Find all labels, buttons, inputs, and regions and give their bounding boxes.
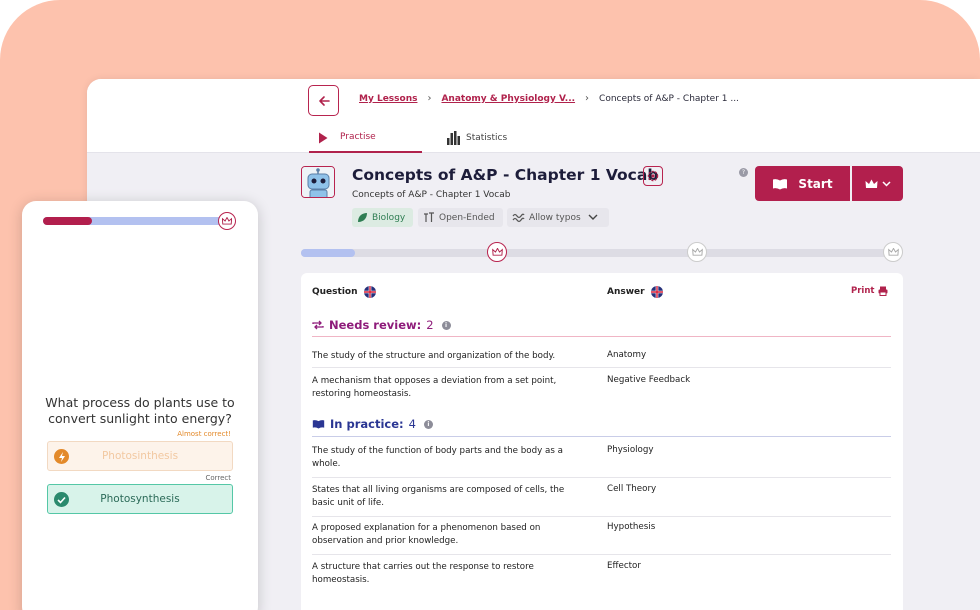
answer-cell: Cell Theory (607, 484, 657, 494)
back-button[interactable] (308, 85, 339, 116)
uk-flag-icon (650, 286, 663, 298)
chevron-right-icon: › (427, 93, 432, 104)
milestone-crown-icon (487, 242, 507, 262)
table-row: A proposed explanation for a phenomenon … (312, 522, 891, 555)
book-icon (773, 178, 788, 189)
tab-practise[interactable]: Practise (309, 123, 422, 153)
table-row: The study of the structure and organizat… (312, 350, 891, 368)
answer-cell: Physiology (607, 445, 654, 455)
allow-typos-dropdown[interactable]: Allow typos (507, 208, 609, 227)
squiggle-icon (512, 213, 525, 223)
almost-answer-text: Photosinthesis (101, 450, 179, 462)
crown-icon (865, 179, 877, 188)
almost-correct-label: Almost correct! (177, 430, 231, 438)
info-icon[interactable]: i (423, 419, 433, 429)
breadcrumb-course[interactable]: Anatomy & Physiology V... (441, 94, 575, 104)
check-icon (54, 492, 69, 507)
answer-cell: Anatomy (607, 350, 647, 360)
table-row: A structure that carries out the respons… (312, 561, 891, 594)
answer-cell: Negative Feedback (607, 375, 691, 385)
book-icon (312, 420, 325, 429)
correct-label: Correct (205, 474, 231, 482)
bar-chart-icon (447, 131, 460, 145)
breadcrumb: My Lessons › Anatomy & Physiology V... ›… (359, 93, 739, 104)
top-bar: My Lessons › Anatomy & Physiology V... ›… (87, 79, 980, 153)
mobile-progress-bar (43, 217, 225, 225)
play-icon (319, 132, 328, 144)
correct-answer-text: Photosynthesis (100, 493, 180, 505)
start-button-label: Start (798, 176, 833, 191)
tab-statistics-label: Statistics (466, 133, 508, 143)
lesson-subtitle: Concepts of A&P - Chapter 1 Vocab (352, 190, 511, 200)
tag-biology-label: Biology (372, 212, 406, 223)
arrow-left-icon (318, 95, 330, 106)
vocab-table-card: Question Answer Print Needs review: 2 i … (301, 273, 903, 610)
needs-review-title: Needs review: (329, 318, 422, 332)
mobile-question: What process do plants use to convert su… (45, 395, 235, 426)
breadcrumb-my-lessons[interactable]: My Lessons (359, 94, 417, 104)
chevron-right-icon: › (585, 93, 590, 104)
section-divider (312, 336, 891, 337)
crown-icon (218, 212, 236, 230)
print-button[interactable]: Print (851, 286, 888, 296)
lightning-icon (54, 449, 69, 464)
leaf-icon (358, 213, 367, 222)
section-divider (312, 436, 891, 437)
chevron-down-icon (588, 214, 598, 220)
mobile-preview: What process do plants use to convert su… (22, 201, 258, 610)
answer-column-header: Answer (607, 286, 663, 298)
lesson-progress-fill (301, 249, 355, 257)
milestone-crown-icon (883, 242, 903, 262)
tab-practise-label: Practise (340, 132, 376, 142)
in-practice-count: 4 (408, 417, 416, 431)
help-icon[interactable]: ? (739, 168, 748, 177)
tag-open-ended-label: Open-Ended (439, 212, 495, 223)
table-row: The study of the function of body parts … (312, 445, 891, 478)
almost-correct-answer: Photosinthesis (47, 441, 233, 471)
needs-review-heading: Needs review: 2 i (312, 318, 451, 332)
question-cell: A proposed explanation for a phenomenon … (312, 523, 541, 546)
correct-answer: Photosynthesis (47, 484, 233, 514)
text-size-icon (424, 212, 434, 222)
uk-flag-icon (363, 286, 376, 298)
gear-icon (647, 170, 659, 182)
info-icon[interactable]: i (441, 320, 451, 330)
in-practice-heading: In practice: 4 i (312, 417, 433, 431)
tag-open-ended[interactable]: Open-Ended (418, 208, 503, 227)
answer-cell: Hypothesis (607, 522, 656, 532)
printer-icon (878, 286, 888, 296)
start-button[interactable]: Start (755, 166, 850, 201)
needs-review-count: 2 (426, 318, 434, 332)
settings-button[interactable] (643, 166, 663, 186)
question-cell: A mechanism that opposes a deviation fro… (312, 376, 557, 399)
print-label: Print (851, 286, 875, 296)
repeat-icon (312, 320, 324, 330)
mobile-progress-fill (43, 217, 93, 225)
breadcrumb-current: Concepts of A&P - Chapter 1 ... (599, 93, 739, 104)
tag-biology[interactable]: Biology (352, 208, 413, 227)
premium-options-button[interactable] (852, 166, 903, 201)
question-cell: The study of the function of body parts … (312, 446, 563, 469)
answer-cell: Effector (607, 561, 641, 571)
lesson-progress-bar (301, 249, 901, 257)
robot-avatar-icon (301, 166, 335, 198)
table-row: A mechanism that opposes a deviation fro… (312, 375, 891, 405)
tab-statistics[interactable]: Statistics (447, 123, 507, 153)
lesson-title: Concepts of A&P - Chapter 1 Vocab (352, 166, 659, 184)
question-cell: States that all living organisms are com… (312, 485, 565, 508)
milestone-crown-icon (687, 242, 707, 262)
allow-typos-label: Allow typos (529, 212, 581, 223)
answer-header-label: Answer (607, 287, 645, 297)
question-column-header: Question (312, 286, 376, 298)
question-cell: A structure that carries out the respons… (312, 562, 534, 585)
question-header-label: Question (312, 287, 358, 297)
chevron-down-icon (881, 180, 891, 187)
table-row: States that all living organisms are com… (312, 484, 891, 517)
in-practice-title: In practice: (330, 417, 404, 431)
question-cell: The study of the structure and organizat… (312, 351, 556, 361)
